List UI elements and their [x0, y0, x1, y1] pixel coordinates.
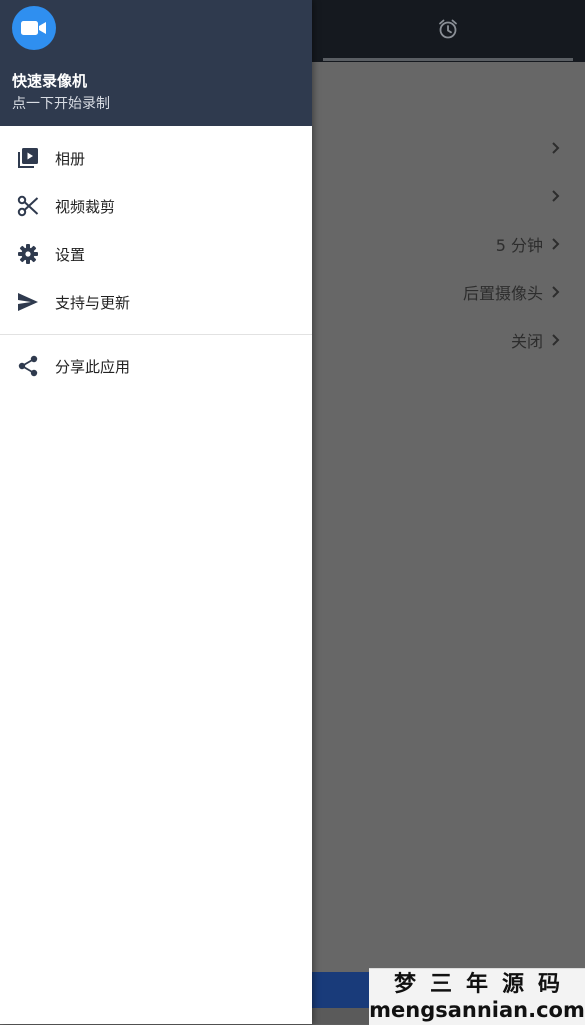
menu-item-album[interactable]: 相册 — [0, 134, 312, 182]
setting-row[interactable] — [543, 136, 563, 160]
menu-item-support[interactable]: 支持与更新 — [0, 278, 312, 326]
chevron-right-icon — [552, 286, 560, 298]
app-name: 快速录像机 — [12, 72, 88, 90]
watermark-chinese: 梦三年源码 — [393, 972, 574, 997]
menu-divider — [0, 334, 312, 335]
watermark-url: mengsannian.com — [369, 998, 585, 1022]
menu-item-label: 相册 — [55, 149, 86, 168]
chevron-right-icon — [552, 190, 560, 202]
menu-item-label: 设置 — [55, 245, 86, 264]
setting-row-toggle[interactable]: 关闭 — [511, 328, 563, 352]
gear-icon — [17, 243, 39, 265]
chevron-right-icon — [552, 142, 560, 154]
watermark: 梦三年源码 mengsannian.com — [369, 968, 585, 1025]
video-camera-icon — [21, 21, 46, 35]
app-logo — [12, 6, 56, 50]
video-library-icon — [17, 147, 39, 169]
setting-value: 5 分钟 — [495, 236, 543, 255]
menu-item-settings[interactable]: 设置 — [0, 230, 312, 278]
bottom-accent — [312, 972, 372, 1008]
alarm-icon[interactable] — [436, 17, 460, 41]
setting-value: 后置摄像头 — [462, 284, 543, 303]
menu-item-share[interactable]: 分享此应用 — [0, 342, 312, 390]
chevron-right-icon — [552, 238, 560, 250]
setting-row-camera[interactable]: 后置摄像头 — [463, 280, 563, 304]
send-icon — [17, 291, 39, 313]
app-subtitle: 点一下开始录制 — [12, 96, 110, 112]
drawer-header: 快速录像机 点一下开始录制 — [0, 0, 312, 126]
setting-row-duration[interactable]: 5 分钟 — [496, 232, 563, 256]
menu-item-label: 分享此应用 — [55, 357, 131, 376]
tab-indicator — [323, 58, 573, 61]
navigation-drawer: 快速录像机 点一下开始录制 相册 视频裁剪 设置 支持与更新 分享此应用 — [0, 0, 312, 1024]
menu-item-label: 支持与更新 — [55, 293, 131, 312]
menu-item-label: 视频裁剪 — [55, 197, 116, 216]
scissors-icon — [17, 195, 39, 217]
chevron-right-icon — [552, 334, 560, 346]
share-icon — [17, 355, 39, 377]
setting-row[interactable] — [543, 184, 563, 208]
setting-value: 关闭 — [510, 332, 543, 351]
menu-item-video-trim[interactable]: 视频裁剪 — [0, 182, 312, 230]
